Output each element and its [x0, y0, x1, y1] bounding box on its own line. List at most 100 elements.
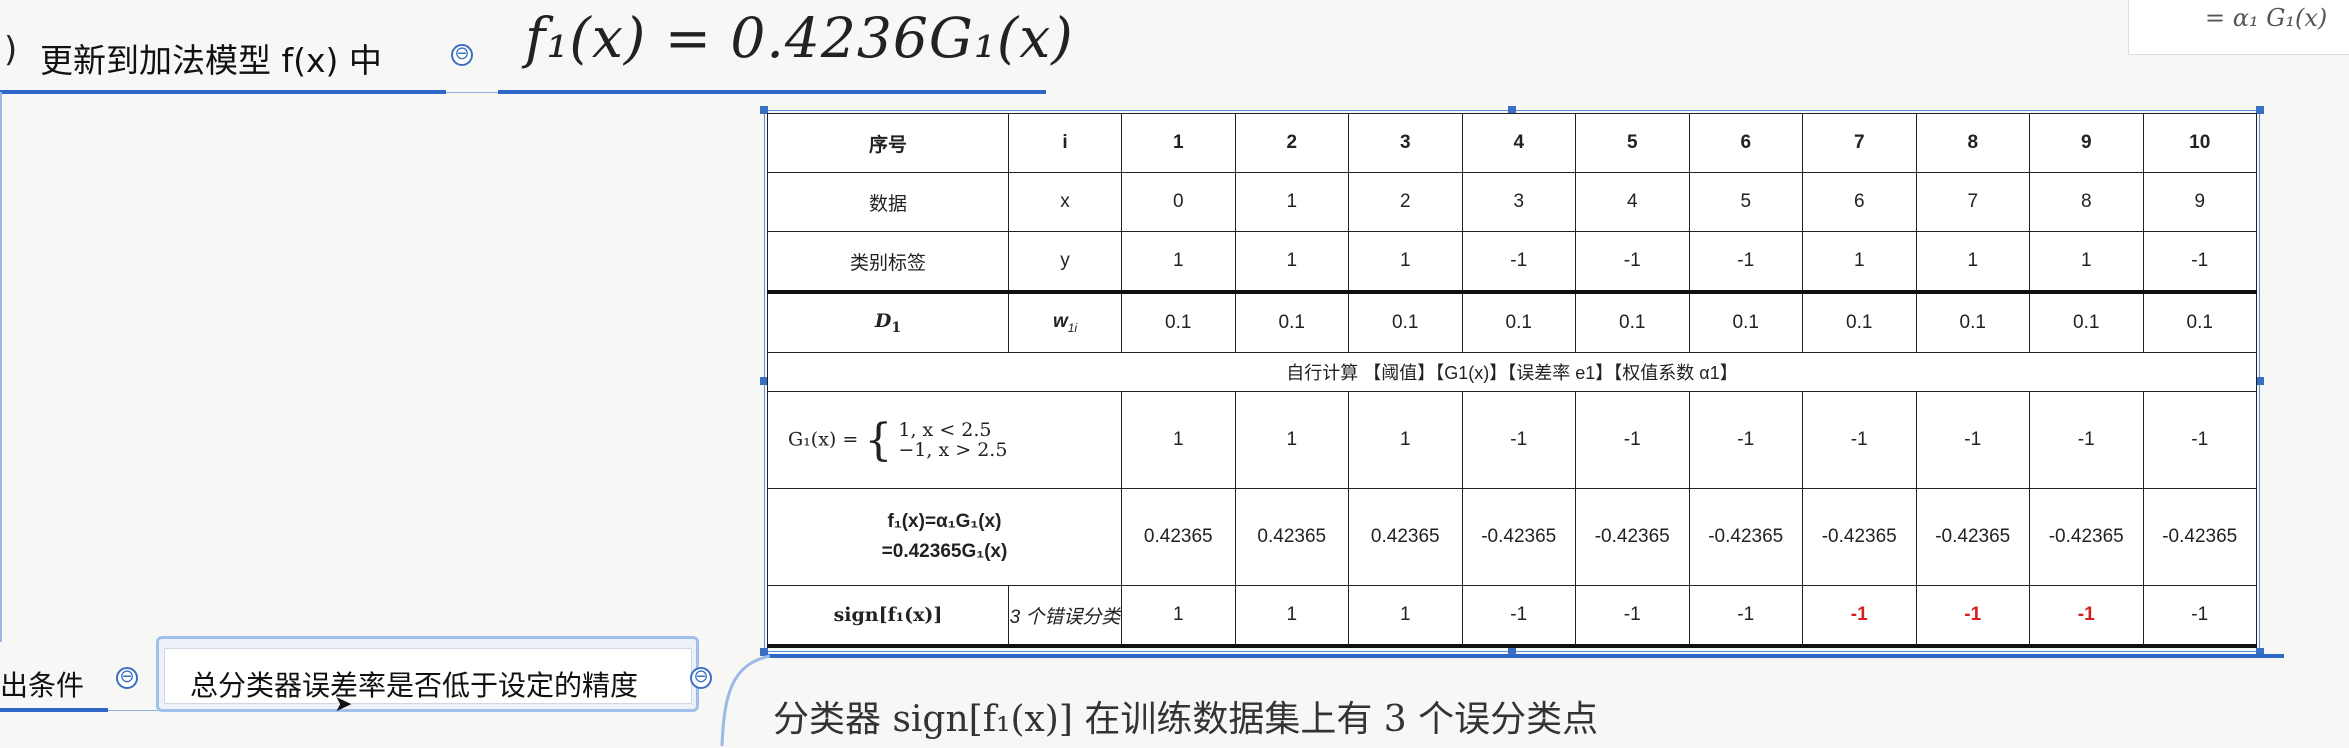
table-cell: 0.1 [1802, 290, 1917, 353]
corner-formula: = α₁ G₁(x) [2205, 4, 2328, 32]
row-var: y [1008, 231, 1122, 293]
node-title-exit-condition[interactable]: 出条件 [0, 664, 84, 704]
table-cell: 1 [2029, 231, 2144, 293]
table-cell: 0.1 [1234, 290, 1349, 353]
table-cell: 6 [1802, 172, 1917, 232]
table-underline [764, 654, 2284, 658]
table-cell: 1 [1121, 231, 1236, 293]
table-cell: 1 [1915, 231, 2030, 293]
row-var: x [1008, 172, 1122, 232]
node-text-precision[interactable]: 总分类器误差率是否低于设定的精度 [190, 664, 638, 704]
resize-handle[interactable] [2256, 377, 2264, 385]
table-cell: 0.42365 [1121, 488, 1236, 586]
table-cell: 1 [1802, 231, 1917, 293]
connector-line [0, 90, 446, 94]
table-cell: -1 [1575, 585, 1690, 648]
table-cell: 0.1 [1915, 290, 2030, 353]
table-cell: -1 [1802, 391, 1917, 489]
formula-underline [498, 90, 1046, 94]
table-cell: -1 [1802, 585, 1917, 648]
table-row-label: 类别标签 y 1 1 1 -1 -1 -1 1 1 1 -1 [767, 231, 2257, 293]
table-cell: 0.1 [1348, 290, 1463, 353]
header-col: 6 [1688, 113, 1803, 173]
table-cell: 1 [1121, 585, 1236, 648]
table-cell: 0.1 [2029, 290, 2144, 353]
table-row-weights: D1 w1i 0.1 0.1 0.1 0.1 0.1 0.1 0.1 0.1 0… [767, 290, 2257, 353]
table-cell: -1 [1688, 585, 1803, 648]
misclassification-note: 分类器 sign[f₁(x)] 在训练数据集上有 3 个误分类点 [773, 699, 1599, 740]
table-cell: -1 [1461, 585, 1576, 648]
table-cell: 1 [1348, 585, 1463, 648]
table-cell: -1 [1688, 391, 1803, 489]
table-cell: 0 [1121, 172, 1236, 232]
mouse-cursor-icon: ➤ [334, 692, 353, 717]
table-cell: -0.42365 [1575, 488, 1690, 586]
table-cell: -0.42365 [1915, 488, 2030, 586]
table-cell: -0.42365 [2142, 488, 2257, 586]
adaboost-table: 序号 i 1 2 3 4 5 6 7 8 9 10 数据 x 0 1 2 3 4… [767, 113, 2257, 648]
resize-handle[interactable] [2256, 106, 2264, 114]
connector-line [108, 710, 158, 711]
table-cell: 1 [1121, 391, 1236, 489]
formula-f1: f₁(x) = 0.4236G₁(x) [525, 6, 1074, 70]
row-label: 类别标签 [767, 231, 1009, 293]
table-cell: 4 [1575, 172, 1690, 232]
table-cell: -0.42365 [1802, 488, 1917, 586]
table-cell: 2 [1348, 172, 1463, 232]
table-cell: 0.42365 [1348, 488, 1463, 586]
table-cell: -0.42365 [1461, 488, 1576, 586]
table-cell: 7 [1915, 172, 2030, 232]
branch-curve [720, 654, 771, 747]
table-cell: 8 [2029, 172, 2144, 232]
table-cell: -1 [2029, 585, 2144, 648]
header-col: 7 [1802, 113, 1917, 173]
table-row-data: 数据 x 0 1 2 3 4 5 6 7 8 9 [767, 172, 2257, 232]
header-col: 9 [2029, 113, 2144, 173]
header-col: 5 [1575, 113, 1690, 173]
g1-definition: G₁(x) = { 1, x < 2.5 −1, x > 2.5 [767, 391, 1122, 489]
table-cell: -1 [2142, 391, 2257, 489]
collapse-icon[interactable]: ⊖ [451, 44, 473, 66]
table-cell: -1 [1915, 585, 2030, 648]
sign-label: sign[f₁(x)] [767, 585, 1009, 648]
f1-definition: f₁(x)=α₁G₁(x) =0.42365G₁(x) [767, 488, 1122, 586]
calc-note: 自行计算 【阈值】【G1(x)】【误差率 e1】【权值系数 α1】 [767, 352, 2257, 392]
table-cell: 1 [1348, 391, 1463, 489]
tree-branch-line [0, 92, 2, 642]
table-cell: -0.42365 [1688, 488, 1803, 586]
table-cell: -0.42365 [2029, 488, 2144, 586]
table-cell: -1 [2029, 391, 2144, 489]
header-col: 1 [1121, 113, 1236, 173]
partial-paren: ) [4, 30, 18, 70]
collapse-icon[interactable]: ⊖ [690, 667, 712, 689]
table-cell: 0.1 [1121, 290, 1236, 353]
table-cell: 0.42365 [1234, 488, 1349, 586]
row-label: 数据 [767, 172, 1009, 232]
table-cell: -1 [1461, 231, 1576, 293]
table-cell: 9 [2142, 172, 2257, 232]
table-cell: 1 [1234, 585, 1349, 648]
table-cell: 0.1 [2142, 290, 2257, 353]
table-cell: -1 [2142, 231, 2257, 293]
table-cell: -1 [1915, 391, 2030, 489]
table-cell: -1 [1575, 231, 1690, 293]
connector-line [446, 92, 498, 93]
table-cell: -1 [1688, 231, 1803, 293]
table-cell: 1 [1234, 391, 1349, 489]
table-cell: -1 [1461, 391, 1576, 489]
table-cell: 3 [1461, 172, 1576, 232]
connector-line [0, 708, 108, 712]
row-var-w: w1i [1008, 290, 1122, 353]
table-cell: 1 [1348, 231, 1463, 293]
table-row-calc-note: 自行计算 【阈值】【G1(x)】【误差率 e1】【权值系数 α1】 [767, 352, 2257, 392]
table-cell: 1 [1234, 172, 1349, 232]
table-row-header: 序号 i 1 2 3 4 5 6 7 8 9 10 [767, 113, 2257, 173]
collapse-icon[interactable]: ⊖ [116, 667, 138, 689]
node-title-update-model[interactable]: 更新到加法模型 f(x) 中 [40, 34, 382, 82]
table-row-f1: f₁(x)=α₁G₁(x) =0.42365G₁(x) 0.42365 0.42… [767, 488, 2257, 586]
table-cell: 0.1 [1461, 290, 1576, 353]
header-label: 序号 [767, 113, 1009, 173]
table-cell: 1 [1234, 231, 1349, 293]
header-var: i [1008, 113, 1122, 173]
table-cell: -1 [1575, 391, 1690, 489]
